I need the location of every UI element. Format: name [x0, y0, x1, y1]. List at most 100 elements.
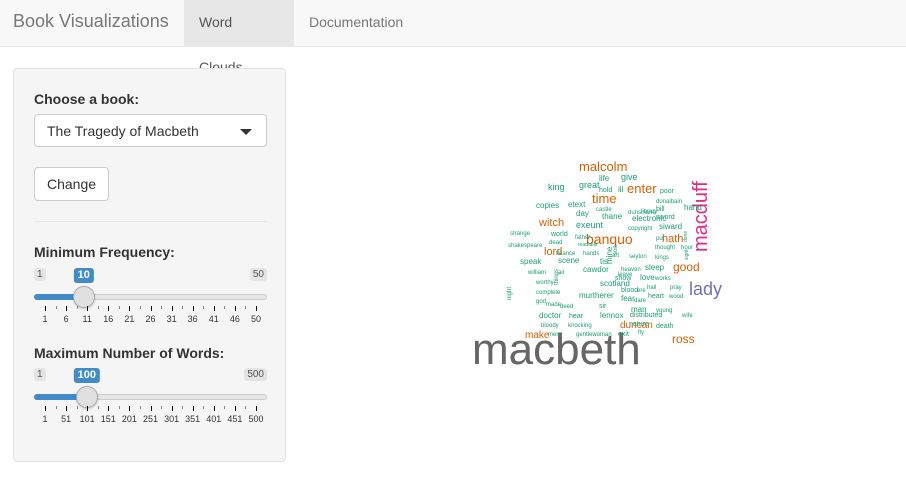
slider-tick — [87, 406, 89, 411]
wordcloud-word: men — [548, 332, 560, 338]
wordcloud-word: bill — [656, 206, 665, 213]
wordcloud-word: day — [576, 209, 589, 218]
slider-tick — [55, 406, 57, 409]
wordcloud-word: hand — [684, 203, 702, 212]
slider-ticks: 1 51 101 151 201 251 301 351 401 451 500 — [34, 406, 267, 430]
wordcloud-word: world — [550, 231, 568, 238]
wordcloud-word: works — [654, 276, 671, 282]
wordcloud-word: good — [673, 260, 700, 274]
slider-tick — [213, 406, 215, 411]
slider-tick — [76, 306, 78, 309]
wordcloud-word: hath — [662, 233, 683, 245]
slider-tick — [245, 406, 247, 409]
slider-tick — [224, 406, 226, 409]
wordcloud-word: blood — [621, 287, 638, 294]
min-frequency-label: Minimum Frequency: — [34, 244, 175, 260]
wordcloud-word: pray — [670, 285, 682, 291]
max-words-slider[interactable]: 1 500 100 1 51 101 151 201 251 301 351 401 451 500 — [34, 368, 267, 430]
wordcloud-word: speak — [520, 257, 542, 266]
slider-tick-label: 26 — [145, 314, 156, 324]
slider-tick-label: 16 — [103, 314, 114, 324]
wordcloud-word: hail — [647, 285, 656, 291]
wordcloud-word: poor — [660, 188, 675, 195]
wordcloud-word: cawdor — [583, 265, 609, 274]
tab-word-clouds[interactable]: Word Clouds — [184, 0, 294, 75]
wordcloud-word: fly — [638, 330, 644, 336]
slider-tick — [213, 306, 215, 311]
slider-tick — [234, 406, 236, 411]
slider-tick — [203, 406, 205, 409]
wordcloud-word: wife — [681, 313, 693, 319]
wordcloud-word: seyton — [629, 254, 647, 260]
slider-tick-label: 101 — [79, 414, 95, 424]
wordcloud-word: dare — [634, 298, 647, 304]
wordcloud-word: sword — [656, 214, 675, 221]
slider-tick — [256, 306, 257, 311]
slider-tick-label: 50 — [250, 314, 262, 324]
slider-handle[interactable] — [75, 386, 98, 408]
slider-tick — [139, 406, 141, 409]
slider-tick — [161, 406, 163, 409]
slider-tick — [97, 406, 99, 409]
wordcloud-word: sir — [599, 303, 607, 310]
wordcloud-word: give — [621, 172, 638, 182]
slider-tick — [224, 306, 226, 309]
wordcloud-word: sleep — [645, 263, 665, 272]
wordcloud-word: distributed — [630, 312, 662, 319]
wordcloud-word: dead — [549, 240, 562, 246]
wordcloud-word: gentlewoman — [576, 332, 612, 338]
book-select[interactable]: The Tragedy of Macbeth — [34, 114, 267, 147]
wordcloud-word: thought — [655, 245, 675, 251]
wordcloud-word: doctor — [539, 311, 562, 320]
slider-min-label: 1 — [34, 368, 46, 381]
sidebar-panel: Choose a book: The Tragedy of Macbeth Ch… — [13, 68, 286, 462]
wordcloud-word: heart — [648, 293, 664, 300]
wordcloud-word: ross — [672, 332, 695, 346]
wordcloud-word: deed — [560, 304, 573, 310]
wordcloud-word: witch — [538, 217, 564, 229]
slider-tick-label: 1 — [42, 414, 48, 424]
slider-tick — [66, 306, 68, 311]
wordcloud-word: copyright — [628, 226, 653, 232]
slider-value-label: 100 — [73, 368, 101, 383]
slider-tick-label: 36 — [187, 314, 198, 324]
change-button[interactable]: Change — [34, 167, 109, 201]
word-cloud: macbethmacduffladybanquomalcolmtimeenter… — [472, 159, 722, 374]
wordcloud-word: done — [683, 231, 689, 242]
slider-tick-label: 51 — [61, 414, 72, 424]
wordcloud-word: father — [575, 235, 590, 241]
wordcloud-word: hands — [583, 251, 599, 257]
slider-tick — [182, 406, 184, 409]
tab-documentation[interactable]: Documentation — [294, 0, 418, 46]
slider-tick — [118, 406, 120, 409]
slider-tick — [192, 406, 194, 411]
app-title: Book Visualizations — [13, 11, 169, 31]
wordcloud-word: thane — [602, 212, 623, 221]
wordcloud-word: scene — [558, 256, 580, 265]
wordcloud-word: ere — [637, 288, 646, 294]
wordcloud-word: ill — [618, 185, 624, 194]
wordcloud-word: donalbain — [656, 199, 682, 205]
slider-tick — [97, 306, 99, 309]
slider-tick-label: 301 — [164, 414, 180, 424]
slider-tick-label: 401 — [206, 414, 222, 424]
slider-tick — [150, 306, 152, 311]
slider-tick — [118, 306, 120, 309]
caret-down-icon — [240, 129, 252, 135]
slider-tick — [76, 406, 78, 409]
slider-tick-label: 31 — [166, 314, 177, 324]
slider-handle[interactable] — [72, 286, 95, 308]
wordcloud-word: son — [613, 245, 619, 255]
slider-max-label: 50 — [249, 268, 267, 281]
slider-tick — [45, 406, 46, 411]
wordcloud-word: copies — [536, 201, 559, 210]
wordcloud-word: night — [507, 287, 513, 300]
min-frequency-slider[interactable]: 1 50 10 1 6 11 16 21 26 31 36 41 46 50 — [34, 268, 267, 330]
slider-max-label: 500 — [244, 368, 267, 381]
wordcloud-word: nature — [629, 321, 649, 328]
slider-tick — [234, 306, 236, 311]
wordcloud-word: great — [579, 180, 600, 190]
wordcloud-word: king — [548, 182, 565, 192]
divider — [34, 221, 267, 222]
slider-tick-label: 201 — [121, 414, 137, 424]
